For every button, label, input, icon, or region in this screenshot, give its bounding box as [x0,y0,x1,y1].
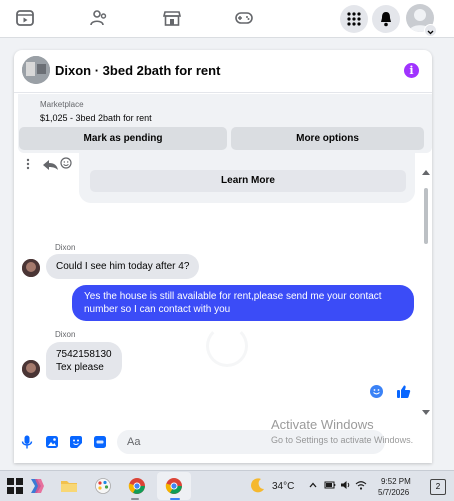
marketplace-caption: Marketplace [40,100,84,109]
emoji-face [373,389,380,395]
loading-spinner [206,325,248,367]
avatar[interactable] [22,360,40,378]
top-nav [0,0,454,38]
avatar-photo [22,259,40,277]
sender-name: Dixon [55,243,76,252]
notifications-button[interactable] [372,5,400,33]
more-actions-icon[interactable] [26,158,30,170]
outgoing-message[interactable]: Yes the house is still available for ren… [72,285,414,321]
like-icon[interactable] [396,384,411,399]
notifications-icon [381,12,391,27]
chrome-icon[interactable] [128,477,146,495]
chat-title[interactable]: Dixon · 3bed 2bath for rent [55,63,220,78]
listing-thumbnail[interactable] [22,56,50,84]
chevron-down-icon [427,30,434,35]
avatar-photo [22,360,40,378]
emoji-icon[interactable] [370,385,383,398]
incoming-message[interactable]: Could I see him today after 4? [46,254,200,279]
wifi-icon[interactable] [355,479,367,491]
groups-icon[interactable] [89,8,109,28]
image-icon[interactable] [45,435,59,449]
weather-temperature[interactable]: 34°C [272,481,294,492]
file-explorer-icon[interactable] [60,477,78,495]
start-button-icon[interactable] [6,477,24,495]
scrollbar-thumb[interactable] [424,188,428,244]
copilot-icon[interactable] [27,477,45,495]
menu-grid-button[interactable] [340,5,368,33]
battery-icon[interactable] [324,479,336,491]
account-menu-badge[interactable] [424,24,437,37]
more-options-button[interactable]: More options [231,127,424,150]
menu-grid-icon [347,12,361,26]
taskbar: 34°C 9:52 PM 5/7/2026 2 [0,470,454,501]
message-text: Tex please [56,362,104,373]
react-icon[interactable] [60,157,72,169]
message-thread[interactable]: Learn More Dixon Could I see him today a… [14,153,432,423]
info-icon[interactable]: i [404,63,419,78]
sticker-icon[interactable] [69,435,83,449]
chrome-profile-icon[interactable] [165,477,183,495]
chevron-up-icon[interactable] [308,480,318,490]
clock-time[interactable]: 9:52 PM [381,477,411,486]
clock-date[interactable]: 5/7/2026 [378,488,409,497]
message-text: 7542158130 [56,349,112,360]
weather-moon-icon[interactable] [250,477,266,493]
volume-icon[interactable] [340,479,352,491]
chat-window: Dixon · 3bed 2bath for rent i Marketplac… [14,50,432,463]
scroll-up-arrow[interactable] [422,170,430,175]
learn-more-button[interactable]: Learn More [90,170,406,192]
reply-icon[interactable] [43,160,58,170]
scroll-down-arrow[interactable] [422,410,430,415]
avatar[interactable] [22,259,40,277]
chat-header[interactable]: Dixon · 3bed 2bath for rent i [14,50,432,93]
microphone-icon[interactable] [20,435,34,449]
video-icon[interactable] [15,8,35,28]
activate-windows-title: Activate Windows [271,417,374,432]
message-actions [26,157,72,170]
mark-as-pending-button[interactable]: Mark as pending [19,127,227,150]
listing-photo [22,56,50,84]
gif-icon[interactable] [93,435,107,449]
marketplace-icon[interactable] [162,8,182,28]
activate-windows-hint: Go to Settings to activate Windows. [271,435,414,445]
gaming-icon[interactable] [234,8,254,28]
paint-icon[interactable] [94,477,112,495]
incoming-message[interactable]: 7542158130 Tex please [46,342,122,380]
listing-price-title[interactable]: $1,025 - 3bed 2bath for rent [40,113,152,123]
notification-center-badge[interactable]: 2 [430,479,446,495]
sender-name: Dixon [55,330,76,339]
